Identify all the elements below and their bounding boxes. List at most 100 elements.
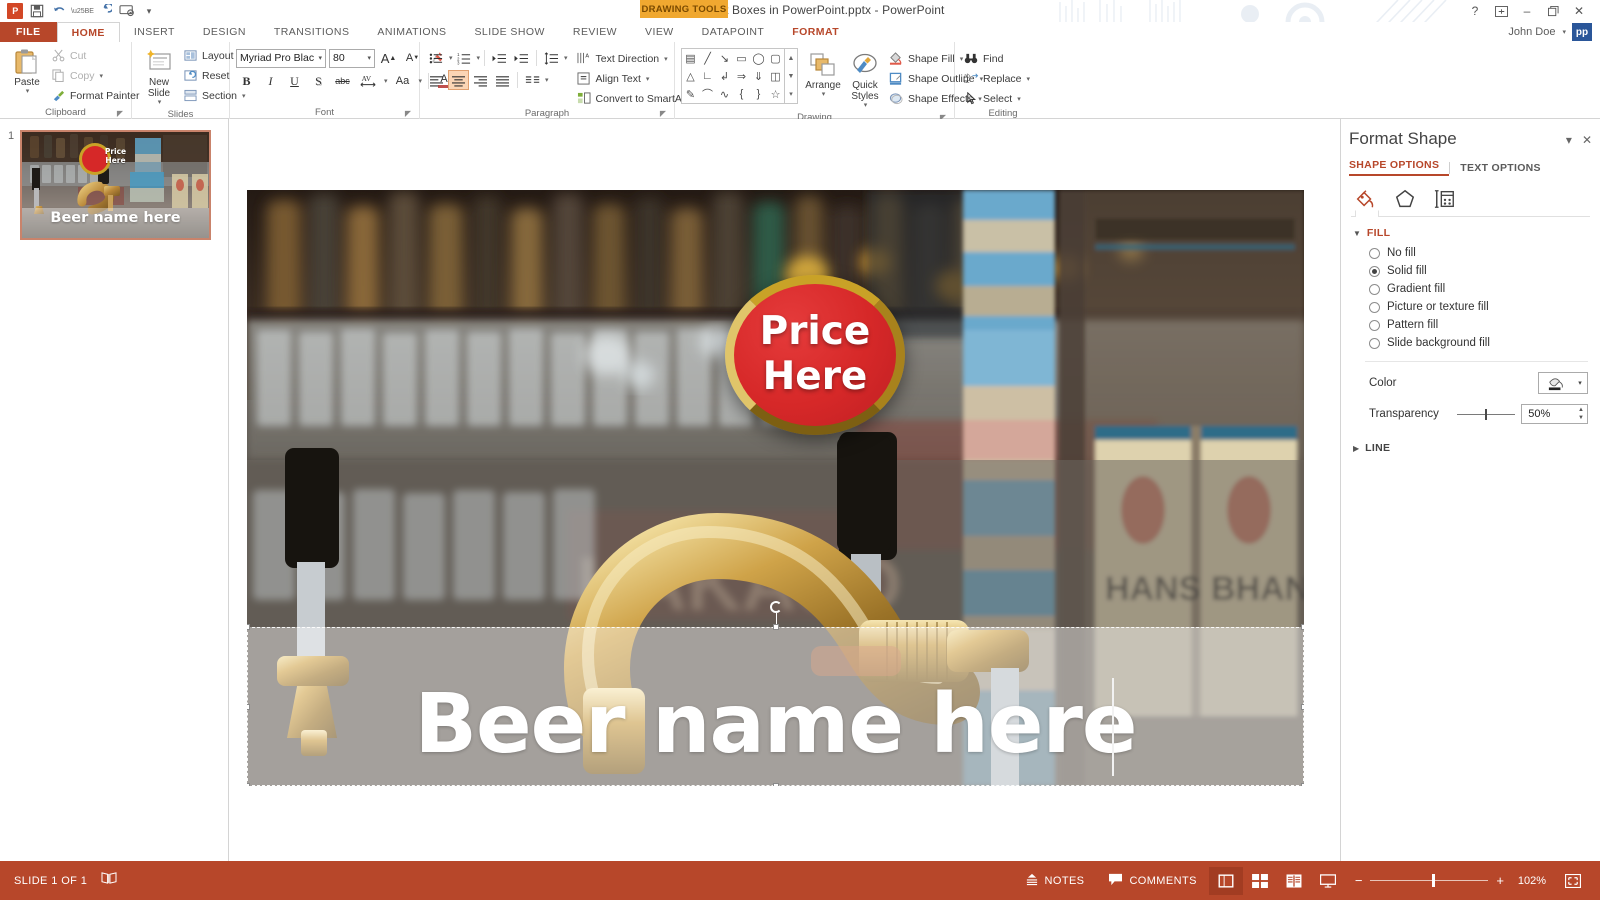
font-size-dropdown-icon[interactable]: ▾ <box>363 54 371 62</box>
option-gradient-fill[interactable]: Gradient fill <box>1369 283 1600 295</box>
paste-button[interactable]: Paste ▾ <box>6 45 48 98</box>
option-pattern-fill[interactable]: Pattern fill <box>1369 319 1600 331</box>
shape-elbow-icon[interactable]: ∟ <box>702 70 713 82</box>
shape-right-arrow-icon[interactable]: ⇒ <box>737 70 746 83</box>
radio-pattern-fill[interactable] <box>1369 320 1380 331</box>
paste-dropdown-icon[interactable]: ▾ <box>26 88 30 96</box>
shape-left-brace-icon[interactable]: { <box>740 88 744 100</box>
format-painter-button[interactable]: Format Painter <box>48 86 144 105</box>
shapes-gallery-scroll[interactable]: ▲ ▼ ▾ <box>785 48 798 104</box>
paragraph-dialog-launcher[interactable]: ◤ <box>660 109 666 118</box>
arrange-dropdown-icon[interactable]: ▾ <box>822 91 826 99</box>
radio-gradient-fill[interactable] <box>1369 284 1380 295</box>
shape-right-brace-icon[interactable]: } <box>757 88 761 100</box>
rotation-handle[interactable] <box>770 601 782 613</box>
new-slide-dropdown-icon[interactable]: ▾ <box>158 99 162 107</box>
shape-arc-icon[interactable]: ∿ <box>720 88 729 101</box>
align-text-dropdown-icon[interactable]: ▾ <box>646 75 650 83</box>
transparency-spinner-arrows[interactable]: ▲▼ <box>1578 406 1584 422</box>
font-dialog-launcher[interactable]: ◤ <box>405 109 411 118</box>
tab-format[interactable]: FORMAT <box>778 22 853 42</box>
tab-insert[interactable]: INSERT <box>120 22 189 42</box>
increase-font-size-button[interactable]: A▲ <box>378 48 399 68</box>
shape-freeform-icon[interactable]: ✎ <box>686 88 695 101</box>
transparency-slider-knob[interactable] <box>1485 409 1487 420</box>
text-direction-dropdown-icon[interactable]: ▾ <box>664 55 668 63</box>
normal-view-button[interactable] <box>1209 867 1243 895</box>
fill-section-header[interactable]: ▼ FILL <box>1341 217 1600 239</box>
zoom-in-button[interactable]: + <box>1496 873 1504 888</box>
shape-elbow-arrow-icon[interactable]: ↲ <box>720 70 729 83</box>
copy-button[interactable]: Copy ▾ <box>48 66 144 85</box>
language-icon[interactable] <box>101 871 117 890</box>
character-spacing-button[interactable]: AV <box>356 71 380 91</box>
columns-button[interactable] <box>522 70 543 90</box>
handle-top-left[interactable] <box>247 624 250 630</box>
clipboard-dialog-launcher[interactable]: ◤ <box>117 109 123 118</box>
minimize-button[interactable]: – <box>1514 2 1540 20</box>
cut-button[interactable]: Cut <box>48 46 144 65</box>
italic-button[interactable]: I <box>260 71 281 91</box>
zoom-slider-knob[interactable] <box>1432 874 1435 887</box>
slideshow-view-button[interactable] <box>1311 867 1345 895</box>
bullets-dropdown-icon[interactable]: ▾ <box>449 54 453 62</box>
shape-down-arrow-icon[interactable]: ⇓ <box>754 70 763 83</box>
align-right-button[interactable] <box>470 70 491 90</box>
tab-animations[interactable]: ANIMATIONS <box>363 22 460 42</box>
change-case-button[interactable]: Aa <box>391 71 415 91</box>
tab-transitions[interactable]: TRANSITIONS <box>260 22 364 42</box>
option-no-fill[interactable]: No fill <box>1369 247 1600 259</box>
option-picture-fill[interactable]: Picture or texture fill <box>1369 301 1600 313</box>
handle-bottom-left[interactable] <box>247 783 250 786</box>
font-family-dropdown-icon[interactable]: ▾ <box>314 54 322 62</box>
handle-middle-left[interactable] <box>247 704 250 710</box>
tab-datapoint[interactable]: DATAPOINT <box>688 22 779 42</box>
transparency-slider[interactable] <box>1457 404 1515 424</box>
option-slide-background-fill[interactable]: Slide background fill <box>1369 337 1600 349</box>
slide-canvas[interactable]: HAKASD <box>247 190 1304 786</box>
radio-slide-background-fill[interactable] <box>1369 338 1380 349</box>
user-avatar[interactable]: pp <box>1572 23 1592 41</box>
shape-textbox-icon[interactable]: ▤ <box>685 52 695 65</box>
fit-slide-to-window-button[interactable] <box>1556 867 1590 895</box>
line-spacing-button[interactable] <box>541 48 562 68</box>
align-center-button[interactable] <box>448 70 469 90</box>
radio-no-fill[interactable] <box>1369 248 1380 259</box>
bullets-button[interactable] <box>426 48 447 68</box>
shape-star-icon[interactable]: ☆ <box>771 88 781 101</box>
pane-tab-shape-options[interactable]: SHAPE OPTIONS <box>1349 159 1449 176</box>
font-family-combo[interactable]: Myriad Pro Black ▾ <box>236 49 326 68</box>
shape-rounded-rectangle-icon[interactable]: ▢ <box>770 52 780 65</box>
reading-view-button[interactable] <box>1277 867 1311 895</box>
handle-top-center[interactable] <box>773 624 779 630</box>
notes-button[interactable]: NOTES <box>1013 873 1097 889</box>
zoom-slider[interactable] <box>1370 880 1488 881</box>
tab-design[interactable]: DESIGN <box>189 22 260 42</box>
shape-flowchart-icon[interactable]: ◫ <box>770 70 780 83</box>
line-section-header[interactable]: ▶ LINE <box>1341 424 1600 454</box>
shape-rectangle-icon[interactable]: ▭ <box>736 52 746 65</box>
account-dropdown-icon[interactable]: ▾ <box>1562 28 1566 36</box>
tab-file[interactable]: FILE <box>0 22 57 42</box>
new-slide-button[interactable]: New Slide ▾ <box>138 45 180 109</box>
radio-picture-fill[interactable] <box>1369 302 1380 313</box>
handle-top-right[interactable] <box>1301 624 1304 630</box>
zoom-percentage[interactable]: 102% <box>1512 875 1546 887</box>
help-button[interactable]: ? <box>1462 2 1488 20</box>
gallery-more-icon[interactable]: ▾ <box>785 85 797 103</box>
zoom-out-button[interactable]: − <box>1355 873 1363 888</box>
restore-button[interactable] <box>1540 2 1566 20</box>
ribbon-display-options-button[interactable] <box>1488 2 1514 20</box>
fill-color-button[interactable] <box>1539 373 1573 393</box>
underline-button[interactable]: U <box>284 71 305 91</box>
replace-button[interactable]: abac Replace ▾ <box>961 69 1035 88</box>
quick-styles-dropdown-icon[interactable]: ▾ <box>864 102 868 110</box>
gallery-scroll-down-icon[interactable]: ▼ <box>785 67 797 85</box>
line-spacing-dropdown-icon[interactable]: ▾ <box>564 54 568 62</box>
strikethrough-button[interactable]: abc <box>332 71 353 91</box>
fill-and-line-icon[interactable] <box>1354 188 1376 210</box>
text-shadow-button[interactable]: S <box>308 71 329 91</box>
close-button[interactable]: ✕ <box>1566 2 1592 20</box>
price-here-badge[interactable]: Price Here <box>725 275 905 435</box>
tab-review[interactable]: REVIEW <box>559 22 631 42</box>
